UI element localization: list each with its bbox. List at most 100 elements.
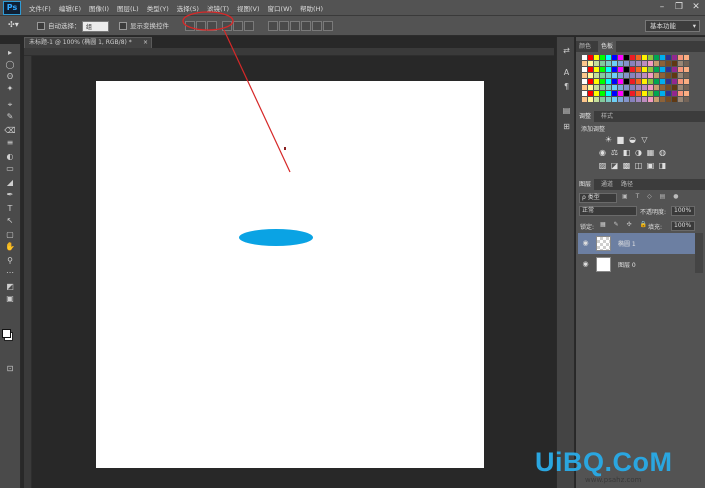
- tab-adjustments[interactable]: 调整: [576, 111, 595, 122]
- color-swatch[interactable]: [636, 55, 641, 60]
- menu-item[interactable]: 滤镜(T): [207, 3, 229, 13]
- color-swatch[interactable]: [642, 79, 647, 84]
- healing-tool-icon[interactable]: ⌫: [4, 126, 16, 136]
- opacity-input[interactable]: 100%: [671, 206, 695, 216]
- color-swatch[interactable]: [612, 97, 617, 102]
- character-panel-icon[interactable]: A: [560, 67, 573, 79]
- adjustment-icon[interactable]: ▣: [646, 162, 655, 170]
- color-swatch[interactable]: [600, 67, 605, 72]
- path-select-tool-icon[interactable]: ⚲: [4, 256, 16, 266]
- color-swatch[interactable]: [642, 55, 647, 60]
- align-button[interactable]: [233, 21, 243, 31]
- adjustment-icon[interactable]: ▦: [646, 149, 655, 157]
- document-canvas[interactable]: [96, 81, 484, 468]
- color-swatch[interactable]: [606, 67, 611, 72]
- color-swatch[interactable]: [654, 91, 659, 96]
- eyedropper-tool-icon[interactable]: ✎: [4, 112, 16, 122]
- color-swatch[interactable]: [582, 67, 587, 72]
- color-swatch[interactable]: [654, 79, 659, 84]
- lock-icons[interactable]: ▦ ✎ ✣ 🔒: [600, 221, 650, 228]
- align-button[interactable]: [185, 21, 195, 31]
- color-swatch[interactable]: [636, 79, 641, 84]
- eye-icon[interactable]: ◉: [581, 260, 590, 268]
- color-swatch[interactable]: [618, 73, 623, 78]
- color-swatch[interactable]: [642, 73, 647, 78]
- color-swatch[interactable]: [600, 97, 605, 102]
- color-swatch[interactable]: [588, 79, 593, 84]
- color-swatch[interactable]: [618, 61, 623, 66]
- quick-select-tool-icon[interactable]: ✦: [4, 84, 16, 94]
- color-swatch[interactable]: [648, 61, 653, 66]
- color-swatch[interactable]: [594, 73, 599, 78]
- document-tab[interactable]: 未标题-1 @ 100% (椭圆 1, RGB/8) * ×: [24, 37, 152, 48]
- color-swatch[interactable]: [672, 73, 677, 78]
- color-swatch[interactable]: [606, 97, 611, 102]
- color-swatch[interactable]: [642, 67, 647, 72]
- menu-item[interactable]: 图层(L): [117, 3, 139, 13]
- align-button[interactable]: [279, 21, 289, 31]
- menu-item[interactable]: 视图(V): [237, 3, 260, 13]
- color-swatch[interactable]: [660, 79, 665, 84]
- align-button[interactable]: [290, 21, 300, 31]
- move-tool-icon[interactable]: ✣▾: [8, 20, 19, 30]
- layer-comps-icon[interactable]: ⊞: [560, 121, 573, 133]
- color-swatch[interactable]: [630, 97, 635, 102]
- color-swatch[interactable]: [600, 85, 605, 90]
- pen-tool-icon[interactable]: ▢: [4, 230, 16, 240]
- menu-item[interactable]: 类型(Y): [147, 3, 169, 13]
- color-swatch[interactable]: [594, 79, 599, 84]
- adjustment-icon[interactable]: ▩: [622, 162, 631, 170]
- layer-row[interactable]: ◉ 图层 0: [578, 254, 695, 275]
- color-swatch[interactable]: [672, 67, 677, 72]
- color-swatch[interactable]: [618, 67, 623, 72]
- color-swatch[interactable]: [624, 85, 629, 90]
- color-swatch[interactable]: [630, 55, 635, 60]
- color-swatch[interactable]: [642, 91, 647, 96]
- color-swatch[interactable]: [582, 61, 587, 66]
- color-swatch[interactable]: [582, 55, 587, 60]
- color-swatch[interactable]: [618, 55, 623, 60]
- color-swatch[interactable]: [678, 97, 683, 102]
- color-swatch[interactable]: [636, 67, 641, 72]
- layer-filter-icons[interactable]: ▣ T ◇ ▤ ●: [622, 193, 696, 203]
- adjustment-icon[interactable]: ◉: [598, 149, 607, 157]
- tab-swatches[interactable]: 色板: [598, 41, 617, 52]
- color-swatch[interactable]: [654, 67, 659, 72]
- color-swatch[interactable]: [600, 91, 605, 96]
- color-swatch[interactable]: [624, 67, 629, 72]
- color-swatch[interactable]: [660, 91, 665, 96]
- color-swatch[interactable]: [684, 67, 689, 72]
- color-swatch[interactable]: [678, 91, 683, 96]
- align-button[interactable]: [323, 21, 333, 31]
- color-swatch[interactable]: [606, 91, 611, 96]
- color-swatch[interactable]: [648, 91, 653, 96]
- adjustment-icon[interactable]: ◧: [622, 149, 631, 157]
- color-swatch[interactable]: [672, 79, 677, 84]
- lasso-tool-icon[interactable]: ʘ: [4, 72, 16, 82]
- color-swatch[interactable]: [660, 97, 665, 102]
- color-swatch[interactable]: [654, 55, 659, 60]
- shape-tool-icon[interactable]: ⋯: [4, 268, 16, 278]
- color-swatch[interactable]: [612, 79, 617, 84]
- color-swatch[interactable]: [624, 73, 629, 78]
- color-swatch[interactable]: [678, 85, 683, 90]
- color-swatch[interactable]: [678, 67, 683, 72]
- minimize-button[interactable]: –: [655, 2, 669, 13]
- eraser-tool-icon[interactable]: ◢: [4, 178, 16, 188]
- color-swatch[interactable]: [660, 55, 665, 60]
- adjustment-icon[interactable]: ⚖: [610, 149, 619, 157]
- color-swatch[interactable]: [612, 73, 617, 78]
- color-swatch[interactable]: [600, 61, 605, 66]
- align-button[interactable]: [196, 21, 206, 31]
- dodge-tool-icon[interactable]: ↖: [4, 216, 16, 226]
- tab-paths[interactable]: 路径: [618, 179, 636, 190]
- color-swatch[interactable]: [648, 85, 653, 90]
- adjustment-icon[interactable]: ◪: [610, 162, 619, 170]
- color-swatch[interactable]: [678, 79, 683, 84]
- color-swatch[interactable]: [678, 61, 683, 66]
- color-swatch[interactable]: [636, 85, 641, 90]
- color-swatch[interactable]: [594, 67, 599, 72]
- color-swatch[interactable]: [594, 61, 599, 66]
- fill-input[interactable]: 100%: [671, 221, 695, 231]
- color-swatch[interactable]: [666, 55, 671, 60]
